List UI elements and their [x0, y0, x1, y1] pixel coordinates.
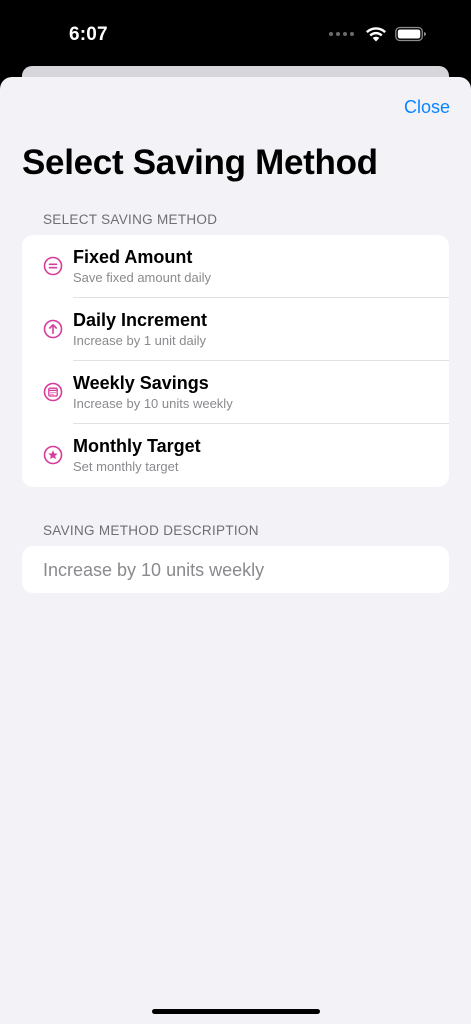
method-item-daily-increment[interactable]: Daily Increment Increase by 1 unit daily	[22, 298, 449, 361]
method-item-monthly-target[interactable]: Monthly Target Set monthly target	[22, 424, 449, 487]
wifi-icon	[365, 26, 387, 42]
method-subtitle: Set monthly target	[73, 459, 179, 474]
star-circle-icon	[43, 445, 63, 465]
status-time: 6:07	[69, 24, 108, 45]
home-indicator[interactable]	[152, 1009, 320, 1014]
cellular-signal-icon	[329, 32, 354, 36]
method-title: Monthly Target	[73, 436, 201, 456]
method-title: Fixed Amount	[73, 247, 193, 267]
method-item-fixed-amount[interactable]: Fixed Amount Save fixed amount daily	[22, 235, 449, 298]
status-indicators	[329, 26, 427, 42]
method-title: Daily Increment	[73, 310, 208, 330]
page-title: Select Saving Method	[22, 143, 378, 182]
method-subtitle: Save fixed amount daily	[73, 270, 212, 285]
close-button[interactable]: Close	[404, 97, 450, 118]
methods-list: Fixed Amount Save fixed amount daily Dai…	[22, 235, 449, 487]
method-subtitle: Increase by 10 units weekly	[73, 396, 233, 411]
section-header-description: SAVING METHOD DESCRIPTION	[43, 523, 259, 538]
battery-icon	[395, 26, 427, 42]
method-title: Weekly Savings	[73, 373, 209, 393]
modal-sheet: Close Select Saving Method SELECT SAVING…	[0, 77, 471, 1024]
arrow-up-circle-icon	[43, 319, 63, 339]
method-item-weekly-savings[interactable]: Weekly Savings Increase by 10 units week…	[22, 361, 449, 424]
status-bar: 6:07	[0, 0, 471, 70]
section-header-methods: SELECT SAVING METHOD	[43, 212, 218, 227]
equal-circle-icon	[43, 256, 63, 276]
method-subtitle: Increase by 1 unit daily	[73, 333, 206, 348]
calendar-circle-icon	[43, 382, 63, 402]
description-text: Increase by 10 units weekly	[43, 560, 265, 580]
description-card: Increase by 10 units weekly	[22, 546, 449, 593]
